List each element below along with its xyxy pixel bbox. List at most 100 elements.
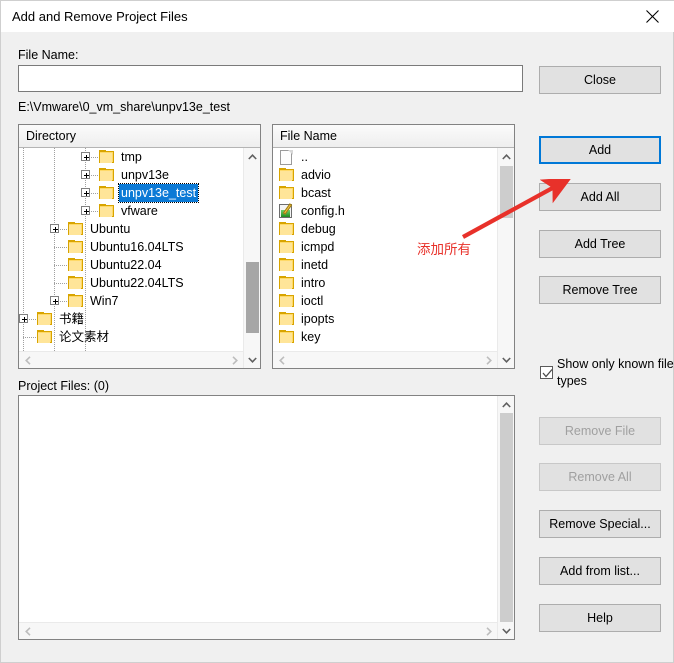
- file-name-input[interactable]: [18, 65, 523, 92]
- project-files-vertical-scrollbar[interactable]: [497, 396, 514, 639]
- file-scrollbar-thumb[interactable]: [500, 166, 513, 218]
- scroll-down-icon[interactable]: [498, 351, 515, 368]
- directory-tree-item[interactable]: Win7: [19, 292, 243, 310]
- title-bar: Add and Remove Project Files: [1, 1, 674, 32]
- file-list-item[interactable]: debug: [275, 220, 497, 238]
- directory-tree-item[interactable]: Ubuntu16.04LTS: [19, 238, 243, 256]
- file-horizontal-scrollbar[interactable]: [273, 351, 497, 368]
- scroll-left-icon[interactable]: [19, 623, 36, 640]
- scroll-up-icon[interactable]: [498, 396, 515, 413]
- tree-expand-icon[interactable]: [81, 152, 90, 161]
- file-list-item[interactable]: bcast: [275, 184, 497, 202]
- tree-expand-icon[interactable]: [81, 206, 90, 215]
- folder-icon: [279, 258, 295, 272]
- folder-icon: [68, 294, 84, 308]
- scroll-right-icon[interactable]: [480, 352, 497, 369]
- directory-tree-item-label: tmp: [121, 150, 142, 164]
- folder-icon: [68, 240, 84, 254]
- folder-icon: [37, 312, 53, 326]
- file-list-item[interactable]: ipopts: [275, 310, 497, 328]
- remove-tree-button[interactable]: Remove Tree: [539, 276, 661, 304]
- folder-icon: [279, 168, 295, 182]
- document-icon: [279, 149, 295, 165]
- scroll-up-icon[interactable]: [498, 148, 515, 165]
- add-tree-button[interactable]: Add Tree: [539, 230, 661, 258]
- add-remove-project-files-dialog: Add and Remove Project Files File Name: …: [0, 0, 674, 663]
- file-list-item[interactable]: ioctl: [275, 292, 497, 310]
- source-file-icon: [279, 202, 295, 219]
- close-icon: [645, 10, 659, 23]
- folder-icon: [99, 150, 115, 164]
- file-list-item[interactable]: intro: [275, 274, 497, 292]
- directory-tree-item[interactable]: vfware: [19, 202, 243, 220]
- remove-all-button[interactable]: Remove All: [539, 463, 661, 491]
- tree-expand-icon[interactable]: [50, 296, 59, 305]
- file-list-item[interactable]: config.h: [275, 202, 497, 220]
- tree-expand-icon[interactable]: [19, 314, 28, 323]
- directory-tree-item[interactable]: unpv13e: [19, 166, 243, 184]
- scroll-down-icon[interactable]: [244, 351, 261, 368]
- scroll-left-icon[interactable]: [273, 352, 290, 369]
- remove-file-button[interactable]: Remove File: [539, 417, 661, 445]
- folder-icon: [68, 222, 84, 236]
- scroll-down-icon[interactable]: [498, 622, 515, 639]
- folder-icon: [279, 222, 295, 236]
- folder-icon: [37, 330, 53, 344]
- add-from-list-button[interactable]: Add from list...: [539, 557, 661, 585]
- file-list-item[interactable]: advio: [275, 166, 497, 184]
- file-list-item[interactable]: inetd: [275, 256, 497, 274]
- add-all-button[interactable]: Add All: [539, 183, 661, 211]
- file-list-item-label: ioctl: [301, 294, 324, 308]
- project-files-list[interactable]: [19, 396, 497, 621]
- directory-panel: Directory tmp unpv13e unpv13e_test vfware Ub…: [18, 124, 261, 369]
- tree-expand-icon[interactable]: [81, 188, 90, 197]
- folder-icon: [279, 240, 295, 254]
- directory-tree-item[interactable]: Ubuntu: [19, 220, 243, 238]
- directory-tree-item-label: 书籍: [59, 312, 85, 326]
- directory-tree[interactable]: tmp unpv13e unpv13e_test vfware Ubuntu Ubuntu…: [19, 148, 243, 351]
- project-files-horizontal-scrollbar[interactable]: [19, 622, 497, 639]
- help-button[interactable]: Help: [539, 604, 661, 632]
- close-dialog-button[interactable]: Close: [539, 66, 661, 94]
- add-button[interactable]: Add: [539, 136, 661, 164]
- file-list-item-label: key: [301, 330, 321, 344]
- directory-horizontal-scrollbar[interactable]: [19, 351, 243, 368]
- directory-tree-item[interactable]: Ubuntu22.04LTS: [19, 274, 243, 292]
- remove-special-button[interactable]: Remove Special...: [539, 510, 661, 538]
- file-name-panel: File Name .. advio bcast config.h debug icmpd…: [272, 124, 515, 369]
- tree-expand-icon[interactable]: [50, 224, 59, 233]
- scroll-right-icon[interactable]: [226, 352, 243, 369]
- tree-expand-icon[interactable]: [81, 170, 90, 179]
- file-list-item[interactable]: ..: [275, 148, 497, 166]
- file-vertical-scrollbar[interactable]: [497, 148, 514, 368]
- file-list-item-label: advio: [301, 168, 331, 182]
- directory-tree-item[interactable]: Ubuntu22.04: [19, 256, 243, 274]
- file-list-item-label: inetd: [301, 258, 329, 272]
- checkbox-label: Show only known file types: [557, 357, 674, 388]
- directory-tree-item[interactable]: 论文素材: [19, 328, 243, 346]
- current-path-label: E:\Vmware\0_vm_share\unpv13e_test: [18, 100, 230, 114]
- directory-tree-item-label: Win7: [90, 294, 119, 308]
- folder-icon: [279, 294, 295, 308]
- directory-tree-item[interactable]: 书籍: [19, 310, 243, 328]
- directory-tree-item[interactable]: unpv13e_test: [19, 183, 243, 203]
- scroll-left-icon[interactable]: [19, 352, 36, 369]
- file-list-item-label: debug: [301, 222, 336, 236]
- directory-tree-item-label: Ubuntu22.04LTS: [90, 276, 184, 290]
- close-button[interactable]: [629, 1, 674, 32]
- directory-tree-item[interactable]: tmp: [19, 148, 243, 166]
- file-list-item[interactable]: key: [275, 328, 497, 346]
- directory-tree-item-label: Ubuntu22.04: [90, 258, 162, 272]
- show-only-known-file-types-checkbox[interactable]: Show only known file types: [540, 356, 674, 390]
- directory-vertical-scrollbar[interactable]: [243, 148, 260, 368]
- directory-tree-item-label: 论文素材: [59, 330, 110, 344]
- annotation-text: 添加所有: [417, 242, 471, 258]
- file-list-item-label: icmpd: [301, 240, 335, 254]
- project-files-scrollbar-thumb[interactable]: [500, 413, 513, 622]
- directory-tree-item-label: Ubuntu: [90, 222, 131, 236]
- directory-scrollbar-thumb[interactable]: [246, 262, 259, 333]
- checkbox-box[interactable]: [540, 366, 553, 379]
- scroll-up-icon[interactable]: [244, 148, 261, 165]
- scroll-right-icon[interactable]: [480, 623, 497, 640]
- project-files-label: Project Files: (0): [18, 379, 109, 393]
